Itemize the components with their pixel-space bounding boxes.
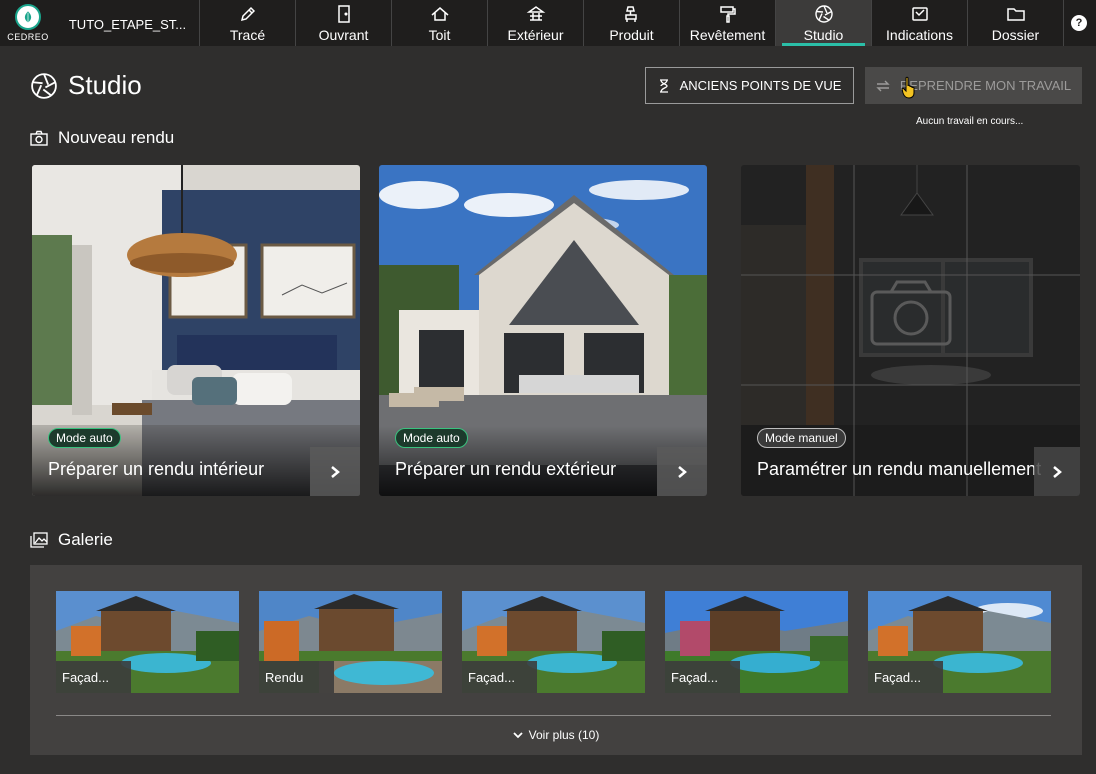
roof-icon [431,6,448,21]
terrace-icon [526,5,545,21]
nouveau-rendu-title: Nouveau rendu [58,128,175,147]
studio-panel: Studio ANCIENS POINTS DE VUE REPRENDRE M… [0,46,1096,774]
card-arrow-button[interactable] [657,447,707,496]
voir-plus-label: Voir plus (10) [528,728,600,742]
tab-ouvrant[interactable]: Ouvrant [296,0,392,46]
gallery-item[interactable]: Façad... [665,591,848,693]
tab-label: Tracé [229,26,266,43]
logo-text: CEDREO [7,32,49,42]
tab-label: Studio [803,26,844,43]
folder-icon [1006,7,1025,21]
tab-label: Dossier [991,26,1040,43]
tab-indications[interactable]: Indications [872,0,968,46]
tab-label: Revêtement [689,26,766,43]
lamp-chair-icon [624,5,637,22]
gallery-item[interactable]: Façad... [56,591,239,693]
paint-roller-icon [719,5,736,23]
nouveau-rendu-heading: Nouveau rendu [30,128,174,148]
galerie-title: Galerie [58,530,113,549]
mode-manuel-badge: Mode manuel [757,428,846,448]
card-rendu-manuel[interactable]: Mode manuel Paramétrer un rendu manuelle… [741,165,1080,496]
top-navigation-bar: CEDREO TUTO_ETAPE_ST... Tracé Ouvrant To… [0,0,1096,46]
card-rendu-exterieur[interactable]: Mode auto Préparer un rendu extérieur [379,165,707,496]
card-label: Préparer un rendu extérieur [395,459,617,479]
tab-produit[interactable]: Produit [584,0,680,46]
gallery-item[interactable]: Rendu [259,591,442,693]
tab-toit[interactable]: Toit [392,0,488,46]
gallery-item-label: Façad... [868,661,943,693]
card-arrow-button[interactable] [310,447,360,496]
aperture-icon [814,4,833,23]
chevron-right-icon [331,465,340,478]
anciens-points-de-vue-button[interactable]: ANCIENS POINTS DE VUE [645,67,854,104]
camera-icon [30,130,48,146]
tab-trace[interactable]: Tracé [200,0,296,46]
door-icon [337,4,350,23]
card-rendu-interieur[interactable]: Mode auto Préparer un rendu intérieur [32,165,360,496]
gallery-item-label: Rendu [259,661,334,693]
tab-label: Indications [886,26,953,43]
anciens-label: ANCIENS POINTS DE VUE [679,78,842,93]
chevron-right-icon [1053,465,1062,478]
tab-label: Ouvrant [318,26,369,43]
gallery-item[interactable]: Façad... [462,591,645,693]
app-logo[interactable]: CEDREO [0,0,56,46]
gallery-item-label: Façad... [56,661,131,693]
gallery-item[interactable]: Façad... [868,591,1051,693]
reprendre-mon-travail-button[interactable]: REPRENDRE MON TRAVAIL [865,67,1082,104]
chevron-down-icon [513,731,523,738]
reprendre-label: REPRENDRE MON TRAVAIL [899,78,1072,93]
tab-label: Extérieur [507,26,564,43]
help-button[interactable]: ? [1064,0,1094,46]
card-arrow-button[interactable] [1034,447,1080,496]
tab-revetement[interactable]: Revêtement [680,0,776,46]
page-title: Studio [30,70,142,101]
gallery-divider [56,715,1051,716]
card-label: Préparer un rendu intérieur [48,459,265,479]
tab-dossier[interactable]: Dossier [968,0,1064,46]
tab-studio[interactable]: Studio [776,0,872,46]
tag-icon [911,6,928,21]
no-work-status: Aucun travail en cours... [916,116,1024,127]
hand-cursor-icon [901,76,915,99]
card-label: Paramétrer un rendu manuellement [757,459,1042,479]
mode-auto-badge: Mode auto [48,428,121,448]
gallery-icon [30,532,48,548]
tab-exterieur[interactable]: Extérieur [488,0,584,46]
chevron-right-icon [678,465,687,478]
swap-icon [876,80,890,91]
pencil-icon [240,6,255,21]
gallery-panel: Façad... Rendu Façad... Façad... Façad..… [30,565,1082,755]
mode-auto-badge: Mode auto [395,428,468,448]
tab-label: Produit [609,26,654,43]
help-icon: ? [1071,15,1087,31]
project-name[interactable]: TUTO_ETAPE_ST... [56,0,200,46]
aperture-icon [31,72,57,99]
gallery-item-label: Façad... [665,661,740,693]
tab-label: Toit [428,26,451,43]
gallery-item-label: Façad... [462,661,537,693]
galerie-heading: Galerie [30,530,113,550]
page-title-text: Studio [68,70,142,100]
hourglass-icon [659,78,668,93]
voir-plus-link[interactable]: Voir plus (10) [30,728,1082,742]
logo-leaf-icon [15,4,41,30]
